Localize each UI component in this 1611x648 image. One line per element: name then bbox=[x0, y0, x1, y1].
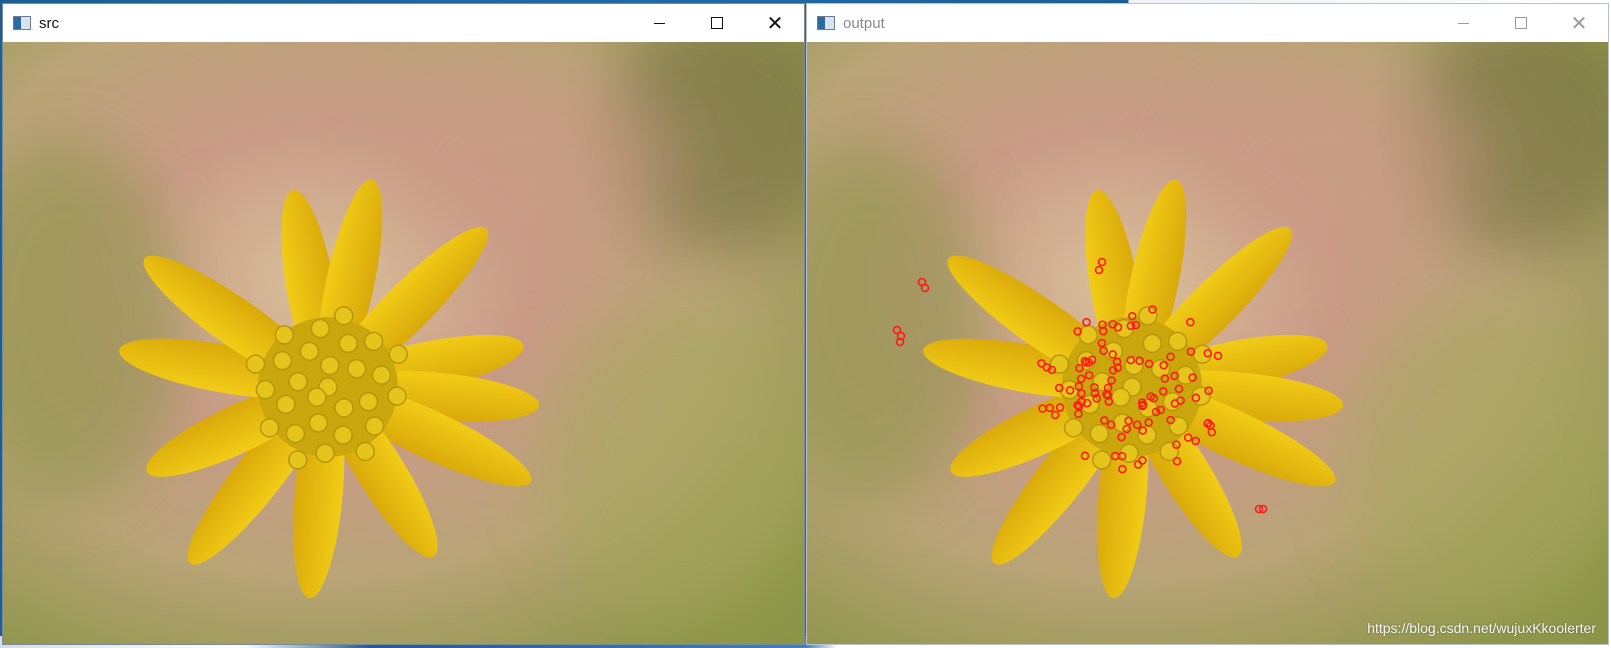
app-window-icon bbox=[13, 16, 31, 30]
floret bbox=[355, 441, 375, 462]
minimize-icon[interactable] bbox=[630, 4, 688, 42]
output-window[interactable]: output ✕ https://blog.csdn.net/wujuxKkoo… bbox=[806, 3, 1609, 645]
floret bbox=[285, 423, 306, 444]
floret bbox=[387, 386, 407, 406]
floret bbox=[255, 379, 276, 400]
floret bbox=[276, 394, 296, 415]
watermark: https://blog.csdn.net/wujuxKkoolerter bbox=[1367, 620, 1596, 636]
src-image-canvas bbox=[3, 42, 804, 644]
floret bbox=[272, 350, 293, 371]
maximize-icon[interactable] bbox=[1492, 4, 1550, 42]
floret bbox=[358, 391, 379, 412]
window-title: output bbox=[843, 14, 885, 32]
floret bbox=[333, 425, 353, 445]
floret bbox=[315, 443, 335, 463]
floret bbox=[1063, 418, 1084, 438]
src-window[interactable]: src ✕ bbox=[2, 3, 805, 645]
floret bbox=[245, 354, 266, 374]
floret bbox=[299, 341, 320, 362]
maximize-icon[interactable] bbox=[688, 4, 746, 42]
floret bbox=[1078, 325, 1099, 345]
floret bbox=[371, 365, 392, 385]
floret bbox=[288, 450, 308, 470]
floret bbox=[259, 418, 280, 438]
floret bbox=[307, 387, 327, 408]
window-title: src bbox=[39, 14, 59, 32]
app-window-icon bbox=[817, 16, 835, 30]
window-controls: ✕ bbox=[630, 4, 804, 42]
src-titlebar[interactable]: src ✕ bbox=[3, 4, 804, 42]
minimize-icon[interactable] bbox=[1434, 4, 1492, 42]
close-icon[interactable]: ✕ bbox=[1550, 4, 1608, 42]
output-image-canvas: https://blog.csdn.net/wujuxKkoolerter bbox=[807, 42, 1608, 644]
floret bbox=[1089, 423, 1110, 444]
floret bbox=[1111, 387, 1131, 408]
floret bbox=[310, 318, 331, 339]
floret bbox=[1138, 306, 1158, 326]
flower-image bbox=[3, 42, 804, 644]
floret bbox=[320, 355, 340, 376]
window-controls: ✕ bbox=[1434, 4, 1608, 42]
floret bbox=[1168, 416, 1189, 436]
floret bbox=[388, 344, 408, 364]
floret bbox=[1167, 331, 1188, 352]
floret bbox=[1191, 386, 1211, 406]
floret bbox=[1049, 354, 1070, 374]
floret bbox=[364, 416, 385, 436]
floret bbox=[334, 306, 354, 326]
floret bbox=[274, 325, 295, 345]
floret bbox=[334, 398, 354, 418]
floret bbox=[346, 358, 367, 379]
floret bbox=[1092, 450, 1112, 470]
floret bbox=[1192, 344, 1212, 364]
floret bbox=[1137, 425, 1157, 445]
floret bbox=[338, 333, 359, 354]
floret bbox=[288, 371, 308, 392]
floret bbox=[363, 331, 384, 352]
output-titlebar[interactable]: output ✕ bbox=[807, 4, 1608, 42]
floret bbox=[1142, 333, 1163, 354]
flower-keypoints-image bbox=[807, 42, 1608, 644]
floret bbox=[308, 413, 329, 433]
close-icon[interactable]: ✕ bbox=[746, 4, 804, 42]
